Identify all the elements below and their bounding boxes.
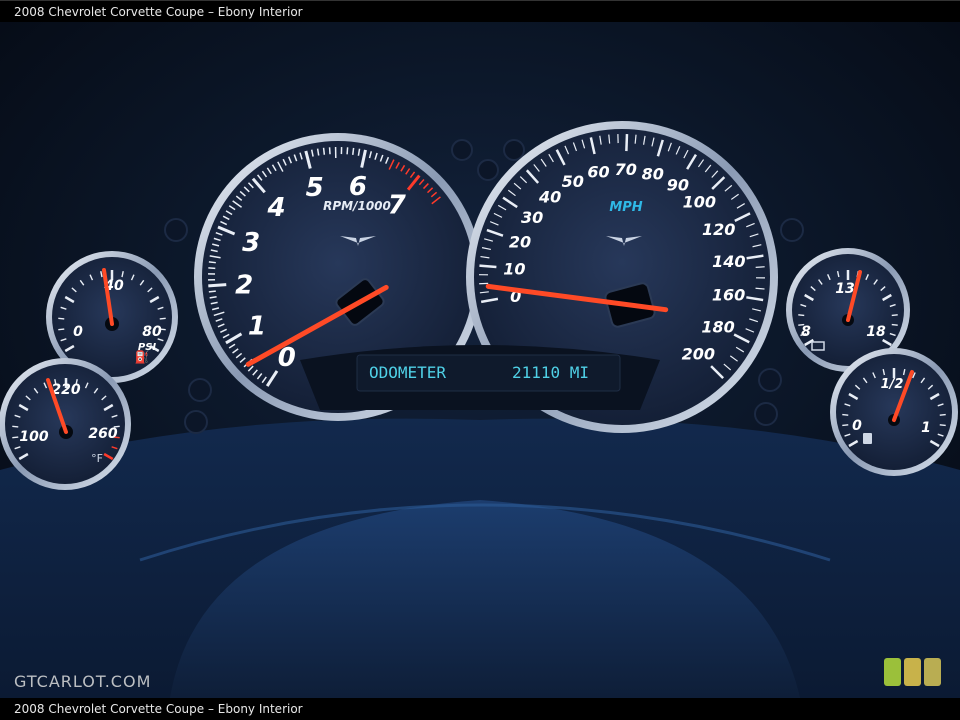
speed-tick: [608, 134, 611, 144]
gauge-tick: [939, 424, 946, 427]
speed-label: 140: [712, 252, 745, 271]
volt-label-min: 8: [801, 324, 811, 340]
oil-label-max: 80: [142, 324, 162, 340]
site-logo-squares: [884, 658, 941, 686]
fuel-label-max: 1: [921, 420, 931, 436]
tach-label: 5: [306, 173, 324, 203]
temp-label-mid: 220: [51, 382, 80, 398]
speed-label: 180: [701, 317, 734, 336]
oil-label-min: 0: [73, 324, 83, 340]
tach-label: 1: [248, 312, 266, 342]
speed-tick: [625, 134, 629, 152]
speed-tick: [755, 287, 765, 290]
caption-bottom: 2008 Chevrolet Corvette Coupe – Ebony In…: [0, 698, 960, 720]
volt-label-max: 18: [866, 324, 886, 340]
watermark-logo: GTCARLOT.COM: [14, 672, 152, 691]
speed-label: 70: [615, 160, 637, 179]
tach-label: 4: [266, 193, 285, 223]
temp-label-max: 260: [88, 426, 117, 442]
speed-label: 100: [683, 193, 716, 212]
temp-label-min: 100: [19, 429, 48, 445]
tach-tick: [352, 147, 355, 155]
tach-tick: [208, 261, 216, 264]
speed-label: 160: [712, 285, 745, 304]
speed-tick: [479, 264, 497, 269]
speed-tick: [755, 266, 765, 268]
tach-unit: RPM/1000: [323, 199, 391, 213]
odometer-label: ODOMETER: [369, 363, 446, 382]
gauge-tick: [12, 436, 19, 439]
odometer-value: 21110 MI: [512, 363, 589, 382]
odometer-display: ODOMETER 21110 MI: [300, 345, 660, 410]
tach-label: 3: [242, 228, 260, 258]
speed-label: 40: [538, 187, 561, 206]
fuel-pump-icon: [863, 433, 872, 444]
speed-label: 30: [521, 208, 543, 227]
tach-tick: [322, 147, 326, 155]
oil-can-icon: ⛽: [135, 350, 150, 364]
caption-top: 2008 Chevrolet Corvette Coupe – Ebony In…: [0, 0, 960, 22]
speed-label: 10: [503, 259, 525, 278]
gauge-tick: [842, 424, 849, 427]
gauge-tick: [891, 323, 898, 326]
gauge-tick: [58, 328, 65, 331]
mph-unit: MPH: [609, 200, 642, 215]
gauge-tick: [891, 314, 898, 317]
dashboard-photo: 01234567 RPM/1000 0 10 20 30 40 50 60 70 80 90 100…: [0, 22, 960, 698]
gauge-tick: [798, 314, 805, 317]
tach-label: 6: [349, 172, 367, 202]
speed-label: 20: [509, 233, 531, 252]
gauge-tick: [939, 413, 946, 416]
speed-label: 60: [587, 163, 609, 182]
fuel-gauge: 0 1/2 1: [830, 348, 958, 476]
speed-label: 80: [642, 164, 664, 183]
fuel-label-mid: 1/2: [881, 377, 904, 392]
tach-tick: [208, 283, 227, 288]
gauge-tick: [159, 317, 166, 320]
tach-label: 2: [235, 270, 253, 300]
speed-label: 120: [702, 220, 735, 239]
gauge-tick: [12, 425, 19, 428]
photo-frame: 2008 Chevrolet Corvette Coupe – Ebony In…: [0, 0, 960, 720]
fuel-label-min: 0: [852, 418, 862, 434]
tach-tick: [208, 290, 216, 293]
volt-label-mid: 13: [835, 281, 854, 297]
tach-tick: [346, 147, 349, 155]
speed-label: 200: [682, 344, 715, 363]
temp-unit: °F: [91, 452, 103, 465]
coolant-temp-gauge: 100 220 260 °F: [0, 358, 131, 490]
gauge-tick: [842, 413, 849, 416]
gauge-tick: [58, 317, 65, 320]
speed-label: 50: [562, 172, 584, 191]
